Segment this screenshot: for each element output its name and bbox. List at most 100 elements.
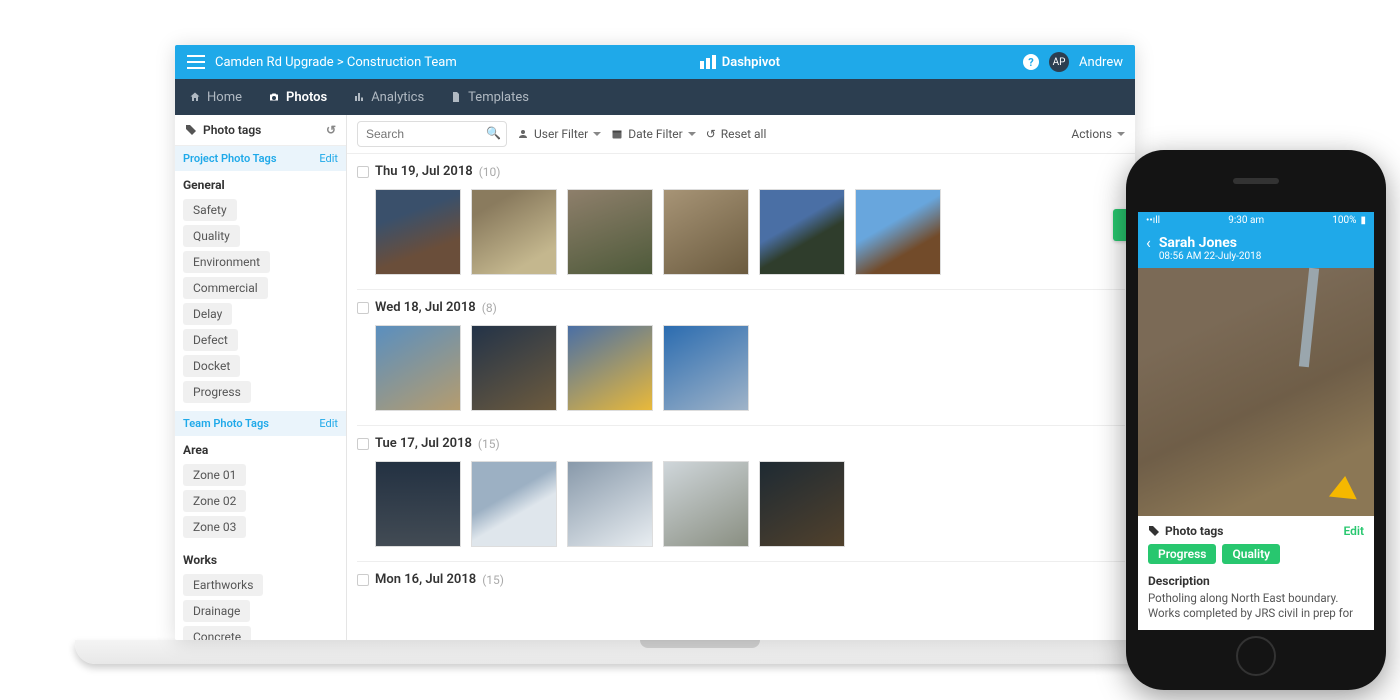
tag-drainage[interactable]: Drainage — [183, 600, 250, 622]
home-button[interactable] — [1236, 636, 1276, 676]
edit-project-tags[interactable]: Edit — [319, 152, 338, 165]
photo-viewer[interactable] — [1138, 268, 1374, 516]
nav-analytics-label: Analytics — [371, 90, 424, 105]
date-header[interactable]: Mon 16, Jul 2018 (15) — [357, 568, 1125, 591]
date-count: (8) — [482, 301, 497, 315]
reset-tags-icon[interactable]: ↺ — [326, 123, 336, 137]
brand-name: Dashpivot — [722, 55, 780, 70]
photo-thumb[interactable] — [471, 461, 557, 547]
photo-thumb[interactable] — [663, 461, 749, 547]
status-time: 9:30 am — [1228, 215, 1264, 226]
app-window: Camden Rd Upgrade > Construction Team Da… — [175, 45, 1135, 640]
battery-icon: ▮ — [1360, 215, 1366, 226]
description-text: Potholing along North East boundary. Wor… — [1148, 591, 1364, 622]
date-group: Thu 19, Jul 2018 (10) — [357, 154, 1125, 289]
photo-thumb[interactable] — [375, 189, 461, 275]
photo-thumb[interactable] — [663, 325, 749, 411]
date-group: Mon 16, Jul 2018 (15) — [357, 561, 1125, 597]
tag-defect[interactable]: Defect — [183, 329, 238, 351]
reset-all-button[interactable]: ↺ Reset all — [706, 127, 767, 141]
search-input[interactable] — [357, 121, 507, 147]
date-label: Wed 18, Jul 2018 — [375, 300, 476, 315]
calendar-icon — [611, 128, 623, 140]
team-tags-section: Team Photo Tags Edit — [175, 411, 346, 436]
navbar: Home Photos Analytics Templates — [175, 79, 1135, 115]
tag-icon — [185, 124, 197, 136]
photo-thumb[interactable] — [855, 189, 941, 275]
checkbox[interactable] — [357, 438, 369, 450]
nav-home[interactable]: Home — [189, 90, 242, 105]
breadcrumb[interactable]: Camden Rd Upgrade > Construction Team — [215, 55, 457, 70]
tag-earthworks[interactable]: Earthworks — [183, 574, 263, 596]
tag-quality[interactable]: Quality — [183, 225, 240, 247]
tag-commercial[interactable]: Commercial — [183, 277, 268, 299]
tag-list-area: Zone 01 Zone 02 Zone 03 — [175, 462, 346, 546]
gallery[interactable]: Thu 19, Jul 2018 (10) — [347, 154, 1135, 640]
tag-concrete[interactable]: Concrete — [183, 626, 251, 640]
checkbox[interactable] — [357, 302, 369, 314]
photo-thumb[interactable] — [375, 325, 461, 411]
photo-thumb[interactable] — [567, 189, 653, 275]
tag-zone03[interactable]: Zone 03 — [183, 516, 246, 538]
photo-thumb[interactable] — [375, 461, 461, 547]
date-header[interactable]: Wed 18, Jul 2018 (8) — [357, 296, 1125, 319]
nav-photos[interactable]: Photos — [268, 90, 327, 105]
reset-all-label: Reset all — [721, 127, 767, 141]
photo-thumb[interactable] — [471, 189, 557, 275]
date-filter[interactable]: Date Filter — [611, 127, 696, 141]
help-icon[interactable]: ? — [1023, 54, 1039, 70]
chip-progress[interactable]: Progress — [1148, 544, 1216, 564]
photo-thumb[interactable] — [663, 189, 749, 275]
back-icon[interactable]: ‹ — [1146, 235, 1151, 251]
search-icon[interactable]: 🔍 — [486, 126, 501, 140]
chevron-down-icon — [1117, 132, 1125, 136]
date-header[interactable]: Thu 19, Jul 2018 (10) — [357, 160, 1125, 183]
tag-list-works: Earthworks Drainage Concrete Paving — [175, 572, 346, 640]
date-count: (10) — [479, 165, 501, 179]
actions-label: Actions — [1071, 127, 1112, 141]
edit-team-tags[interactable]: Edit — [319, 417, 338, 430]
reset-icon: ↺ — [706, 127, 716, 141]
phone-mock: ••ıll 9:30 am 100%▮ ‹ Sarah Jones 08:56 … — [1126, 150, 1386, 690]
date-label: Mon 16, Jul 2018 — [375, 572, 476, 587]
chevron-down-icon — [593, 132, 601, 136]
photo-thumb[interactable] — [567, 461, 653, 547]
tag-zone01[interactable]: Zone 01 — [183, 464, 246, 486]
signal-icon: ••ıll — [1146, 215, 1160, 226]
edit-tags-button[interactable]: Edit — [1343, 524, 1364, 538]
user-filter[interactable]: User Filter — [517, 127, 601, 141]
user-name[interactable]: Andrew — [1079, 55, 1123, 70]
nav-templates[interactable]: Templates — [450, 90, 529, 105]
date-count: (15) — [478, 437, 500, 451]
cat-works: Works — [175, 546, 346, 572]
nav-analytics[interactable]: Analytics — [353, 90, 424, 105]
tag-docket[interactable]: Docket — [183, 355, 240, 377]
tag-zone02[interactable]: Zone 02 — [183, 490, 246, 512]
tag-progress[interactable]: Progress — [183, 381, 251, 403]
camera-icon — [268, 91, 280, 103]
tag-environment[interactable]: Environment — [183, 251, 270, 273]
avatar[interactable]: AP — [1049, 52, 1069, 72]
checkbox[interactable] — [357, 166, 369, 178]
photo-meta: Photo tags Edit Progress Quality Descrip… — [1138, 516, 1374, 630]
actions-menu[interactable]: Actions — [1071, 127, 1125, 141]
phone-tags-label: Photo tags — [1165, 524, 1223, 538]
tag-delay[interactable]: Delay — [183, 303, 232, 325]
chip-quality[interactable]: Quality — [1222, 544, 1280, 564]
photo-thumb[interactable] — [471, 325, 557, 411]
sidebar-header-label: Photo tags — [203, 123, 261, 137]
photo-thumb[interactable] — [567, 325, 653, 411]
cat-area: Area — [175, 436, 346, 462]
user-icon — [517, 128, 529, 140]
brand: Dashpivot — [457, 55, 1023, 70]
photo-timestamp: 08:56 AM 22-July-2018 — [1159, 251, 1262, 262]
tag-safety[interactable]: Safety — [183, 199, 237, 221]
hamburger-icon[interactable] — [187, 55, 205, 69]
main: 🔍 User Filter Date Filter ↺ Reset all — [347, 115, 1135, 640]
phone-statusbar: ••ıll 9:30 am 100%▮ — [1138, 212, 1374, 229]
photo-thumb[interactable] — [759, 461, 845, 547]
checkbox[interactable] — [357, 574, 369, 586]
date-header[interactable]: Tue 17, Jul 2018 (15) — [357, 432, 1125, 455]
nav-home-label: Home — [207, 90, 242, 105]
photo-thumb[interactable] — [759, 189, 845, 275]
